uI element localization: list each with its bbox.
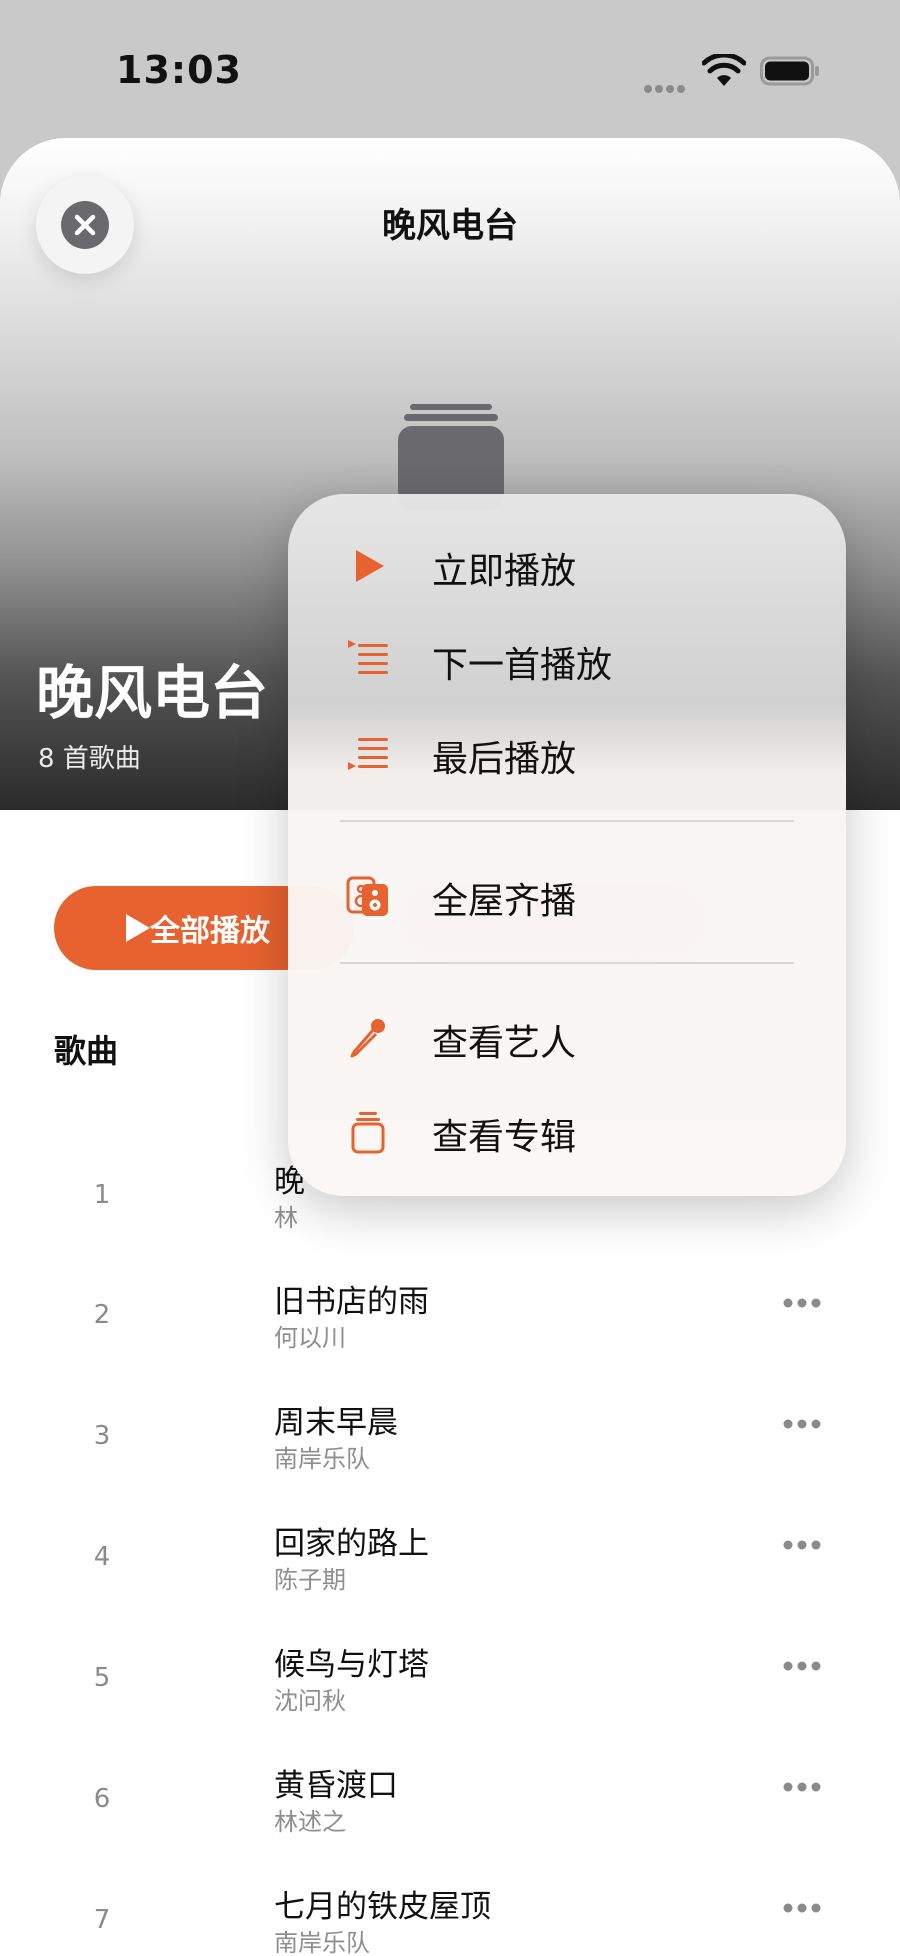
- context-menu: 立即播放 下一首播放 最后播放 全屋齐播 查看艺人 查看专辑: [288, 494, 846, 1196]
- song-artist: 沈问秋: [274, 1687, 346, 1715]
- speaker-icon: [346, 876, 388, 916]
- menu-item-view-artist[interactable]: 查看艺人: [288, 996, 846, 1076]
- menu-item-whole-home[interactable]: 全屋齐播: [288, 854, 846, 934]
- more-options-icon[interactable]: [782, 1772, 822, 1802]
- menu-item-play-now[interactable]: 立即播放: [288, 524, 846, 604]
- album-icon: [351, 1112, 385, 1154]
- more-options-icon[interactable]: [782, 1409, 822, 1439]
- song-row[interactable]: 2 旧书店的雨 何以川: [0, 1260, 900, 1380]
- menu-item-label: 立即播放: [432, 551, 577, 592]
- menu-item-label: 下一首播放: [432, 645, 613, 686]
- song-row[interactable]: 6 黄昏渡口 林述之: [0, 1744, 900, 1864]
- play-all-label: 全部播放: [150, 914, 270, 949]
- battery-icon: [760, 56, 819, 86]
- menu-item-view-album[interactable]: 查看专辑: [288, 1090, 846, 1170]
- song-number: 4: [93, 1542, 111, 1572]
- song-number: 7: [93, 1905, 111, 1935]
- song-artist: 林述之: [274, 1808, 346, 1836]
- song-artist: 林: [274, 1204, 298, 1232]
- menu-item-label: 全屋齐播: [432, 881, 577, 922]
- song-number: 1: [93, 1180, 111, 1210]
- menu-item-label: 最后播放: [432, 739, 577, 780]
- song-row[interactable]: 3 周末早晨 南岸乐队: [0, 1381, 900, 1501]
- nav-title: 晚风电台: [382, 206, 518, 246]
- status-time: 13:03: [116, 48, 242, 92]
- song-count: 8 首歌曲: [38, 744, 141, 774]
- play-last-icon: [348, 738, 388, 770]
- song-artist: 陈子期: [274, 1566, 346, 1594]
- more-options-icon[interactable]: [782, 1288, 822, 1318]
- song-title: 候鸟与灯塔: [274, 1647, 429, 1683]
- song-number: 5: [93, 1663, 111, 1693]
- play-icon: [356, 550, 384, 582]
- status-bar: 13:03: [0, 0, 900, 140]
- song-number: 6: [93, 1784, 111, 1814]
- playlist-title: 晚风电台: [36, 659, 269, 727]
- microphone-icon: [350, 1019, 385, 1058]
- songs-heading: 歌曲: [54, 1032, 119, 1070]
- song-title: 回家的路上: [274, 1526, 429, 1562]
- menu-item-label: 查看专辑: [432, 1117, 577, 1158]
- song-title: 黄昏渡口: [274, 1768, 398, 1804]
- song-artist: 南岸乐队: [274, 1445, 370, 1473]
- song-title: 旧书店的雨: [274, 1284, 429, 1320]
- menu-item-label: 查看艺人: [432, 1023, 577, 1064]
- more-options-icon[interactable]: [782, 1530, 822, 1560]
- wifi-icon: [702, 54, 746, 86]
- song-row[interactable]: 7 七月的铁皮屋顶 南岸乐队: [0, 1865, 900, 1956]
- song-artist: 南岸乐队: [274, 1929, 370, 1956]
- menu-divider: [340, 820, 794, 822]
- song-title: 周末早晨: [274, 1405, 398, 1441]
- song-title: 七月的铁皮屋顶: [274, 1889, 491, 1925]
- menu-item-play-next[interactable]: 下一首播放: [288, 618, 846, 698]
- song-row[interactable]: 5 候鸟与灯塔 沈问秋: [0, 1623, 900, 1743]
- song-number: 3: [93, 1421, 111, 1451]
- cellular-signal-icon: [644, 78, 690, 93]
- menu-divider: [340, 962, 794, 964]
- more-options-icon[interactable]: [782, 1651, 822, 1681]
- play-icon: [126, 914, 150, 942]
- song-artist: 何以川: [274, 1324, 346, 1352]
- menu-item-play-last[interactable]: 最后播放: [288, 712, 846, 792]
- more-options-icon[interactable]: [782, 1893, 822, 1923]
- play-next-icon: [348, 640, 388, 674]
- song-row[interactable]: 4 回家的路上 陈子期: [0, 1502, 900, 1622]
- song-number: 2: [93, 1300, 111, 1330]
